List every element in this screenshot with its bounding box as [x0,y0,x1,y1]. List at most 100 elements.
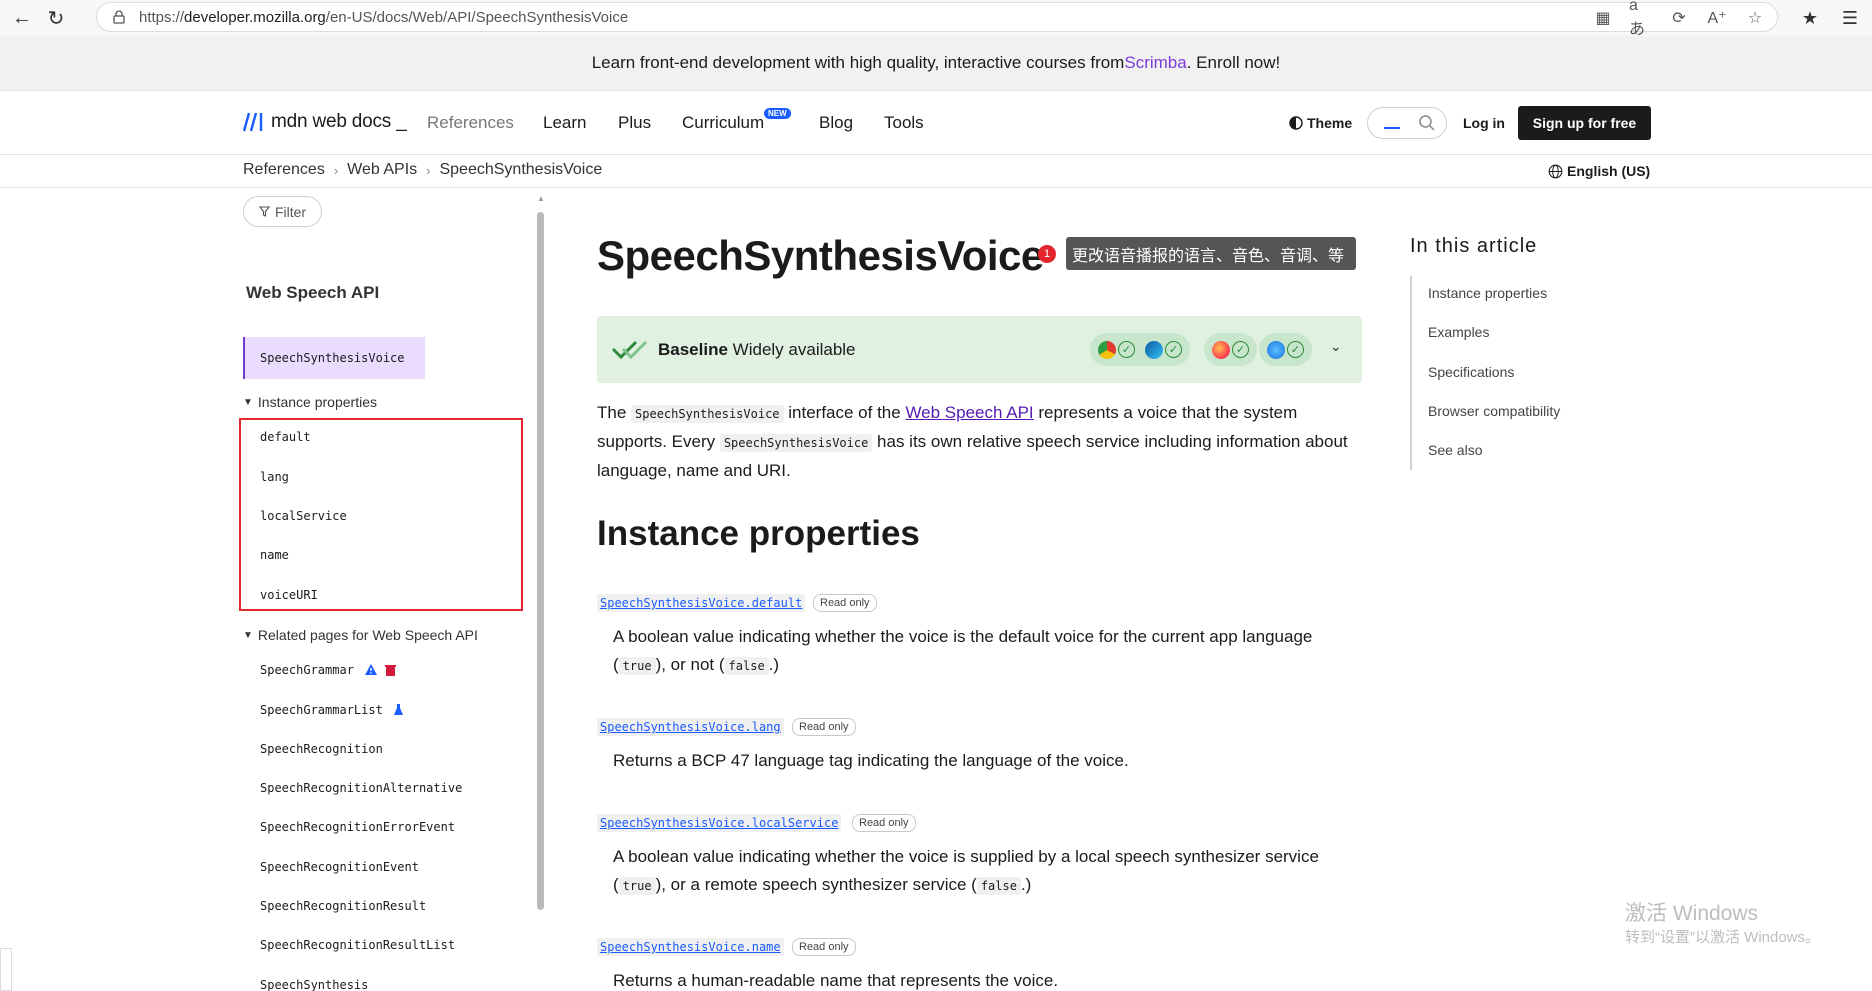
inline-code: true [618,877,656,895]
sidebar-item-active[interactable]: SpeechSynthesisVoice [243,337,425,379]
inline-code: false [724,657,769,675]
read-aloud-icon[interactable]: A⁺ [1705,6,1729,30]
prop-link-localservice[interactable]: SpeechSynthesisVoice.localService [597,814,842,832]
breadcrumb-web-apis[interactable]: Web APIs [347,161,417,179]
safari-icon [1267,340,1285,359]
sidebar-item-speechsynthesis[interactable]: SpeechSynthesis [260,978,368,991]
web-speech-api-link[interactable]: Web Speech API [905,403,1033,422]
baseline-label: Baseline Widely available [658,340,856,360]
nav-tools[interactable]: Tools [884,113,924,133]
firefox-icon [1212,340,1230,359]
lock-icon[interactable] [111,9,127,25]
sidebar-item-label: SpeechGrammar [260,663,354,677]
triangle-down-icon: ▼ [243,629,253,641]
app-grid-icon[interactable]: ▦ [1591,6,1615,30]
language-label: English (US) [1567,163,1651,179]
check-icon: ✓ [1118,341,1135,358]
read-only-badge: Read only [792,718,856,736]
check-icon: ✓ [1165,341,1182,358]
chevron-right-icon: › [333,162,339,178]
prop-desc-text: ), or a remote speech synthesizer servic… [655,875,977,894]
sidebar-item-speechrecognitionresultlist[interactable]: SpeechRecognitionResultList [260,938,455,952]
back-arrow-icon[interactable]: ← [4,2,40,34]
language-switcher[interactable]: English (US) [1548,163,1650,179]
corner-widget[interactable] [0,948,12,991]
prop-link-name[interactable]: SpeechSynthesisVoice.name [597,938,784,956]
chevron-down-icon[interactable]: ⌄ [1330,338,1342,355]
url-domain: developer.mozilla.org [184,8,326,26]
sidebar-item-speechrecognition[interactable]: SpeechRecognition [260,742,383,756]
nav-curriculum[interactable]: Curriculum [682,113,764,133]
url-text[interactable]: https://developer.mozilla.org/en-US/docs… [139,9,628,26]
login-link[interactable]: Log in [1463,115,1505,131]
read-only-badge: Read only [813,594,877,612]
nav-learn[interactable]: Learn [543,113,586,133]
nav-references[interactable]: References [427,113,514,133]
section-heading-instance-properties: Instance properties [597,514,920,553]
toggle-label: Instance properties [257,394,377,410]
theme-label: Theme [1307,115,1353,131]
sidebar-item-speechgrammar[interactable]: SpeechGrammar [260,663,397,677]
prop-link-default[interactable]: SpeechSynthesisVoice.default [597,594,806,612]
promo-text-end: . Enroll now! [1186,53,1281,72]
inline-code: SpeechSynthesisVoice [631,405,784,423]
prop-desc-text: .) [1020,875,1032,894]
windows-activation-hint: 转到“设置”以激活 Windows。 [1625,929,1821,946]
sidebar-item-speechrecognitionalternative[interactable]: SpeechRecognitionAlternative [260,781,462,795]
collections-icon[interactable]: ☰ [1836,4,1864,32]
signup-button[interactable]: Sign up for free [1518,106,1651,140]
logo-cursor: _ [396,111,407,132]
inline-code: true [618,657,656,675]
search-input[interactable] [1367,107,1447,139]
prop-link-lang[interactable]: SpeechSynthesisVoice.lang [597,718,784,736]
browser-support-safari: ✓ [1259,333,1312,366]
favorite-star-icon[interactable]: ☆ [1743,6,1767,30]
nav-plus[interactable]: Plus [618,113,651,133]
baseline-check-icon [611,340,648,360]
globe-icon [1548,164,1563,178]
theme-button[interactable]: Theme [1289,115,1352,131]
toc-item-see-also[interactable]: See also [1428,442,1482,458]
filter-button[interactable]: Filter [243,196,322,227]
favorites-icon[interactable]: ★ [1796,4,1824,32]
site-header: mdn web docs _ References Learn Plus Cur… [0,90,1872,155]
promo-link[interactable]: Scrimba [1124,53,1186,73]
read-only-badge: Read only [852,814,916,832]
sidebar-item-speechrecognitionevent[interactable]: SpeechRecognitionEvent [260,860,419,874]
translate-icon[interactable]: aあ [1629,0,1653,38]
page-title: SpeechSynthesisVoice [597,232,1044,279]
toc-item-browser-compatibility[interactable]: Browser compatibility [1428,403,1560,419]
browser-toolbar: ← ↻ https://developer.mozilla.org/en-US/… [0,0,1872,38]
highlight-annotation-box [239,418,523,611]
sidebar-title[interactable]: Web Speech API [246,283,379,303]
prop-description: Returns a human-readable name that repre… [613,967,1353,991]
toc-item-specifications[interactable]: Specifications [1428,364,1514,380]
breadcrumb-references[interactable]: References [243,161,325,179]
sidebar-item-speechrecognitionresult[interactable]: SpeechRecognitionResult [260,899,426,913]
nav-blog[interactable]: Blog [819,113,853,133]
baseline-banner[interactable]: Baseline Widely available ✓ ✓ ✓ ✓ ⌄ [597,316,1362,383]
annotation-tooltip: 更改语音播报的语言、音色、音调、等 [1066,237,1356,270]
address-bar[interactable]: https://developer.mozilla.org/en-US/docs… [96,0,1778,38]
reload-icon[interactable]: ↻ [38,2,74,34]
experimental-flask-icon [394,704,404,715]
search-icon[interactable] [1418,114,1436,132]
sidebar-scrollbar[interactable] [537,212,544,910]
baseline-strong: Baseline [658,340,728,359]
prop-desc-text: Returns a BCP 47 language tag indicating… [613,751,1129,770]
toggle-label: Related pages for Web Speech API [257,627,478,643]
check-icon: ✓ [1287,341,1304,358]
filter-label: Filter [274,203,307,220]
scroll-up-arrow-icon[interactable]: ▲ [536,194,546,204]
sidebar-item-speechgrammarlist[interactable]: SpeechGrammarList [260,703,404,717]
related-pages-toggle[interactable]: ▼ Related pages for Web Speech API [243,627,478,643]
toc-item-examples[interactable]: Examples [1428,324,1489,340]
breadcrumb: References › Web APIs › SpeechSynthesisV… [243,161,602,179]
sidebar-item-speechrecognitionerrorevent[interactable]: SpeechRecognitionErrorEvent [260,820,455,834]
refresh-circle-icon[interactable]: ⟳ [1667,6,1691,30]
toc-item-instance-properties[interactable]: Instance properties [1428,285,1547,301]
prop-desc-text: ), or not ( [655,655,725,674]
instance-properties-toggle[interactable]: ▼ Instance properties [243,394,377,410]
breadcrumb-current[interactable]: SpeechSynthesisVoice [439,161,602,179]
mdn-logo[interactable]: mdn web docs _ [243,111,407,133]
